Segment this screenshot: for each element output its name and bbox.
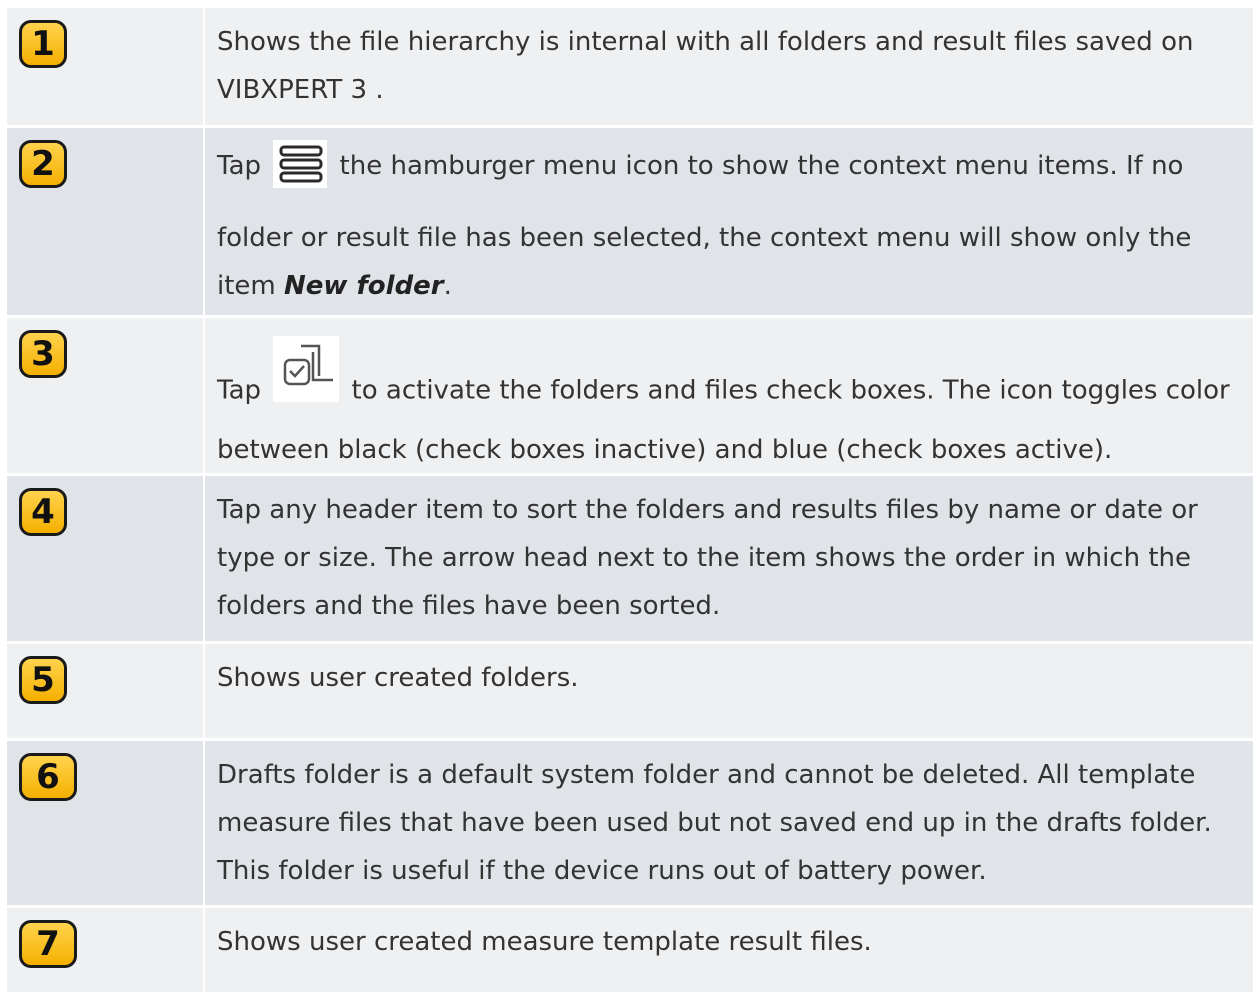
description-line: Shows user created folders. xyxy=(217,663,579,693)
number-cell: 3 xyxy=(7,318,205,473)
new-folder-term: New folder xyxy=(284,271,444,301)
description-line: Tap any header item to sort the folders … xyxy=(217,495,1198,525)
number-badge-4: 4 xyxy=(19,488,67,536)
description-line: type or size. The arrow head next to the… xyxy=(217,543,1192,573)
description-line: VIBXPERT 3 . xyxy=(217,75,384,105)
description-text: to activate the folders and files check … xyxy=(351,375,1230,406)
number-cell: 4 xyxy=(7,476,205,641)
legend-row-2: 2 Tap the hamburger menu icon to show th… xyxy=(7,128,1253,318)
number-cell: 2 xyxy=(7,128,205,315)
description-line: Shows user created measure template resu… xyxy=(217,927,872,957)
tap-word: Tap xyxy=(217,375,262,406)
description-line: between black (check boxes inactive) and… xyxy=(217,435,1113,465)
description-cell: Tap any header item to sort the folders … xyxy=(205,476,1253,641)
number-badge-6: 6 xyxy=(19,753,77,801)
number-cell: 5 xyxy=(7,644,205,738)
description-line: item New folder. xyxy=(217,262,1233,310)
legend-row-6: 6 Drafts folder is a default system fold… xyxy=(7,741,1253,908)
description-line: Shows the file hierarchy is internal wit… xyxy=(217,27,1194,57)
description-cell: Shows user created folders. xyxy=(205,644,1253,738)
description-line: This folder is useful if the device runs… xyxy=(217,856,987,886)
number-badge-2: 2 xyxy=(19,140,67,188)
legend-row-1: 1 Shows the file hierarchy is internal w… xyxy=(7,8,1253,128)
number-badge-7: 7 xyxy=(19,920,77,968)
number-badge-5: 5 xyxy=(19,656,67,704)
legend-row-3: 3 Tap to activate the folders and files … xyxy=(7,318,1253,476)
description-line: measure files that have been used but no… xyxy=(217,808,1212,838)
period: . xyxy=(443,271,452,301)
number-badge-3: 3 xyxy=(19,330,67,378)
number-cell: 7 xyxy=(7,908,205,992)
tap-word: Tap xyxy=(217,151,262,181)
description-cell: Tap to activate the folders and files ch… xyxy=(205,318,1253,473)
number-cell: 1 xyxy=(7,8,205,125)
description-line: Tap to activate the folders and files ch… xyxy=(217,336,1233,424)
number-badge-1: 1 xyxy=(19,20,67,68)
description-cell: Shows user created measure template resu… xyxy=(205,908,1253,992)
number-cell: 6 xyxy=(7,741,205,905)
description-line: Tap the hamburger menu icon to show the … xyxy=(217,138,1233,194)
description-line: folder or result file has been selected,… xyxy=(217,223,1192,253)
description-text: the hamburger menu icon to show the cont… xyxy=(339,151,1184,181)
description-cell: Drafts folder is a default system folder… xyxy=(205,741,1253,905)
item-word: item xyxy=(217,271,276,301)
description-line: Drafts folder is a default system folder… xyxy=(217,760,1196,790)
description-cell: Shows the file hierarchy is internal wit… xyxy=(205,8,1253,125)
multi-select-checkbox-icon xyxy=(273,336,340,402)
legend-table: 1 Shows the file hierarchy is internal w… xyxy=(7,8,1253,992)
legend-row-5: 5 Shows user created folders. xyxy=(7,644,1253,741)
hamburger-menu-icon xyxy=(273,139,328,188)
description-line: folders and the files have been sorted. xyxy=(217,591,721,621)
legend-row-7: 7 Shows user created measure template re… xyxy=(7,908,1253,992)
legend-row-4: 4 Tap any header item to sort the folder… xyxy=(7,476,1253,644)
description-cell: Tap the hamburger menu icon to show the … xyxy=(205,128,1253,315)
